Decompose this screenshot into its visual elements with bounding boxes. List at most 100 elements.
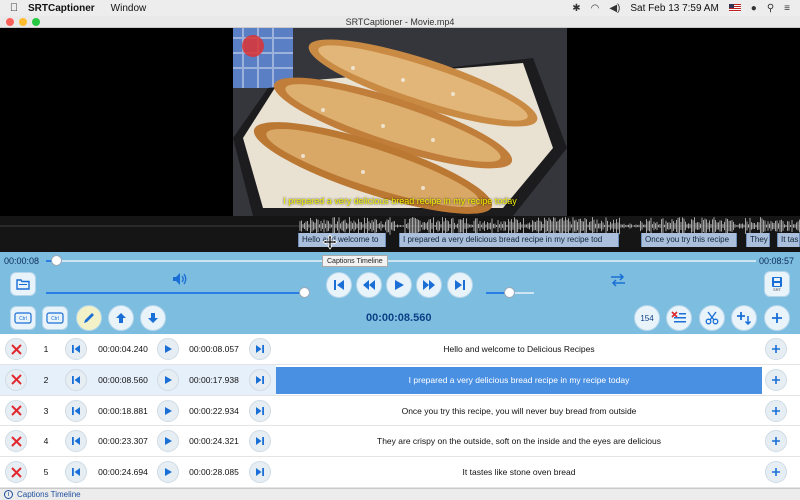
caption-end-time[interactable]: 00:00:22.934 — [186, 396, 242, 426]
plus-icon — [772, 406, 780, 415]
fast-forward-button[interactable] — [416, 272, 442, 298]
timeline-caption-segment[interactable]: It tas — [777, 233, 800, 247]
caption-start-time[interactable]: 00:00:04.240 — [95, 334, 151, 364]
export-srt-button[interactable]: SRT — [764, 271, 790, 297]
volume-icon[interactable]: ◀) — [609, 3, 620, 14]
table-row[interactable]: 3 00:00:18.881 00:00:22.934 Once you try th… — [0, 396, 800, 427]
bluetooth-icon[interactable]: ✱ — [572, 3, 580, 14]
add-after-button[interactable] — [765, 461, 787, 484]
user-icon[interactable]: ● — [751, 3, 757, 14]
previous-caption-button[interactable] — [326, 272, 352, 298]
play-caption-button[interactable] — [157, 399, 179, 422]
caption-start-time[interactable]: 00:00:18.881 — [95, 396, 151, 426]
delete-all-button[interactable] — [666, 305, 692, 331]
keyboard-shortcut-button-2[interactable]: Ctrl — [42, 306, 68, 330]
input-source-flag-icon[interactable] — [728, 4, 741, 12]
jump-to-start-button[interactable] — [65, 368, 87, 391]
jump-to-end-button[interactable] — [249, 338, 271, 360]
video-player[interactable]: I prepared a very delicious bread recipe… — [0, 28, 800, 216]
ctrl-label: Ctrl — [19, 316, 27, 322]
playback-progress-slider[interactable] — [46, 260, 756, 262]
caption-count-badge: 154 — [634, 305, 660, 331]
play-caption-button[interactable] — [157, 338, 179, 360]
delete-caption-button[interactable] — [5, 399, 27, 422]
play-caption-button[interactable] — [157, 368, 179, 391]
edit-caption-button[interactable] — [76, 305, 102, 331]
table-row[interactable]: 1 00:00:04.240 00:00:08.057 Hello and welco… — [0, 334, 800, 365]
split-caption-button[interactable] — [699, 305, 725, 331]
fast-forward-icon — [423, 280, 435, 290]
wifi-icon[interactable]: ◠ — [591, 3, 600, 14]
window-titlebar: SRTCaptioner - Movie.mp4 — [0, 16, 800, 28]
video-still-image — [233, 28, 567, 216]
scissors-icon — [705, 311, 719, 325]
table-row[interactable]: 5 00:00:24.694 00:00:28.085 It tastes like … — [0, 457, 800, 488]
video-frame: I prepared a very delicious bread recipe… — [233, 28, 567, 216]
table-row[interactable]: 2 00:00:08.560 00:00:17.938 I prepared a ve… — [0, 364, 800, 396]
caption-end-time[interactable]: 00:00:28.085 — [186, 457, 242, 487]
timeline-caption-segment[interactable]: They — [746, 233, 770, 247]
window-menu[interactable]: Window — [111, 3, 147, 14]
volume-knob[interactable] — [298, 287, 310, 298]
skip-back-icon — [72, 345, 80, 353]
srt-label: SRT — [773, 287, 781, 292]
caption-index: 2 — [43, 374, 49, 385]
insert-caption-button[interactable] — [731, 305, 757, 331]
delete-caption-button[interactable] — [5, 368, 27, 391]
add-after-button[interactable] — [765, 430, 787, 453]
close-icon — [10, 466, 22, 478]
caption-end-time[interactable]: 00:00:24.321 — [186, 426, 242, 456]
jump-to-end-button[interactable] — [249, 399, 271, 422]
app-root:  SRTCaptioner Window ✱ ◠ ◀) Sat Feb 13 … — [0, 0, 800, 500]
caption-text[interactable]: They are crispy on the outside, soft on … — [276, 428, 762, 455]
caption-text[interactable]: Once you try this recipe, you will never… — [276, 398, 762, 425]
next-caption-button[interactable] — [447, 272, 473, 298]
apple-menu-icon[interactable]:  — [0, 2, 28, 14]
caption-start-time[interactable]: 00:00:24.694 — [95, 457, 151, 487]
caption-count: 154 — [640, 313, 654, 323]
search-icon[interactable]: ⚲ — [767, 3, 774, 14]
rewind-icon — [363, 280, 375, 290]
app-menu[interactable]: SRTCaptioner — [28, 3, 95, 14]
caption-text[interactable]: It tastes like stone oven bread — [276, 459, 762, 486]
caption-start-time[interactable]: 00:00:08.560 — [95, 365, 151, 395]
skip-back-icon — [334, 280, 344, 290]
move-up-button[interactable] — [108, 305, 134, 331]
open-file-button[interactable] — [10, 272, 36, 296]
status-text: Captions Timeline — [17, 490, 81, 499]
play-icon — [165, 437, 172, 446]
caption-text[interactable]: I prepared a very delicious bread recipe… — [276, 366, 762, 394]
table-row[interactable]: 4 00:00:23.307 00:00:24.321 They are crispy… — [0, 426, 800, 458]
plus-icon — [772, 345, 780, 353]
jump-to-start-button[interactable] — [65, 338, 87, 360]
caption-start-time[interactable]: 00:00:23.307 — [95, 426, 151, 456]
jump-to-end-button[interactable] — [249, 368, 271, 391]
timeline-caption-segment[interactable]: I prepared a very delicious bread recipe… — [399, 233, 619, 247]
caption-end-time[interactable]: 00:00:17.938 — [186, 365, 242, 395]
menubar-clock[interactable]: Sat Feb 13 7:59 AM — [630, 3, 718, 14]
timeline-caption-segment[interactable]: Once you try this recipe — [641, 233, 737, 247]
captions-timeline[interactable]: Hello and welcome to I prepared a very d… — [0, 216, 800, 252]
timeline-caption-segment[interactable]: Hello and welcome to — [298, 233, 386, 247]
status-bar: i Captions Timeline — [0, 488, 800, 500]
tooltip: Captions Timeline — [322, 255, 388, 267]
play-button[interactable] — [386, 272, 412, 298]
speed-knob[interactable] — [504, 287, 515, 298]
caption-end-time[interactable]: 00:00:08.057 — [186, 334, 242, 364]
total-duration: 00:08:57 — [758, 256, 794, 266]
keyboard-shortcut-button-1[interactable]: Ctrl — [10, 306, 36, 330]
add-after-button[interactable] — [765, 338, 787, 360]
add-caption-button[interactable] — [764, 305, 790, 331]
caption-text[interactable]: Hello and welcome to Delicious Recipes — [276, 336, 762, 363]
add-after-button[interactable] — [765, 399, 787, 422]
rewind-button[interactable] — [356, 272, 382, 298]
move-down-button[interactable] — [140, 305, 166, 331]
delete-caption-button[interactable] — [5, 338, 27, 360]
progress-knob[interactable] — [51, 255, 63, 266]
control-center-icon[interactable]: ≡ — [784, 3, 790, 14]
caption-index: 3 — [43, 405, 49, 416]
jump-to-start-button[interactable] — [65, 399, 87, 422]
volume-slider[interactable] — [46, 292, 310, 294]
add-after-button[interactable] — [765, 368, 787, 391]
skip-back-icon — [72, 437, 80, 446]
